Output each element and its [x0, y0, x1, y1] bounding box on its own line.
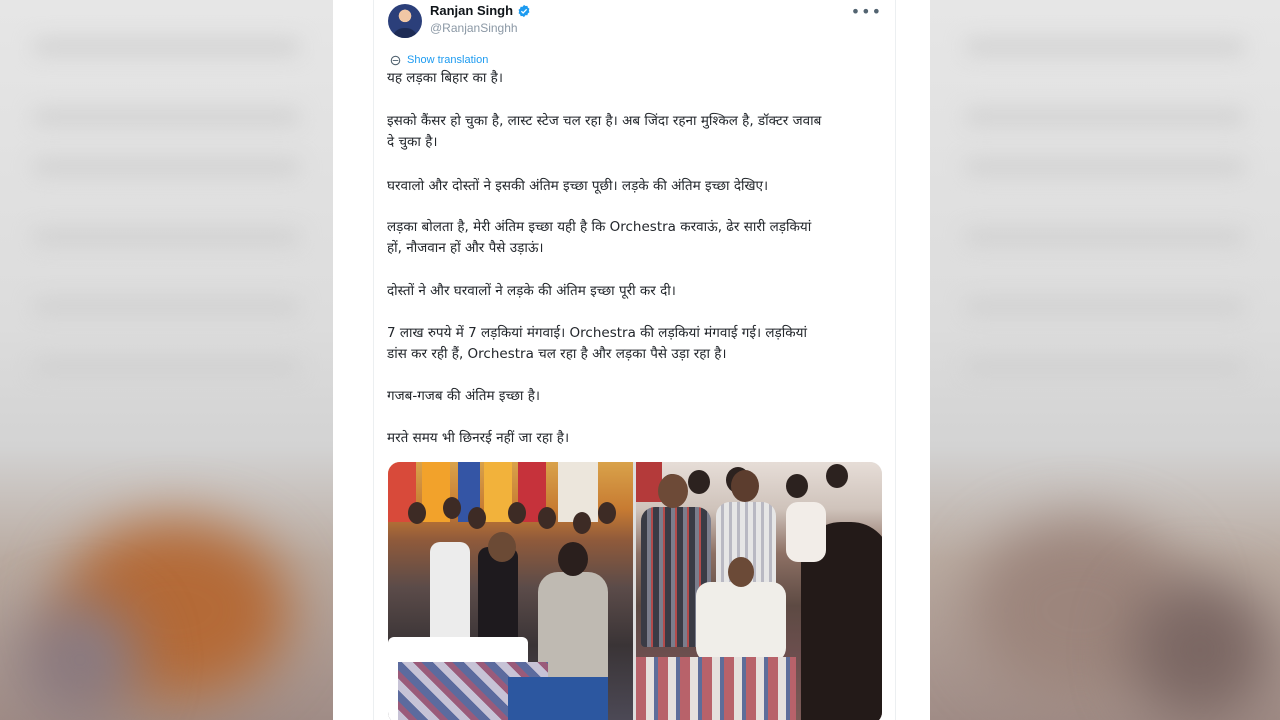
tweet-paragraph-3: घरवालो और दोस्तों ने इसकी अंतिम इच्छा पू… — [387, 178, 769, 194]
tweet-media[interactable] — [388, 462, 882, 720]
tweet-paragraph-1: यह लड़का बिहार का है। — [387, 70, 503, 86]
tweet-paragraph-6: 7 लाख रुपये में 7 लड़कियां मंगवाई। Orche… — [387, 325, 807, 362]
globe-icon — [390, 55, 401, 65]
author-name[interactable]: Ranjan Singh — [430, 3, 513, 18]
tweet-paragraph-5: दोस्तों ने और घरवालों ने लड़के की अंतिम … — [387, 283, 676, 299]
card-border-left — [373, 0, 374, 720]
tweet-paragraph-8: मरते समय भी छिनरई नहीं जा रहा है। — [387, 430, 570, 446]
author-handle[interactable]: @RanjanSinghh — [430, 21, 518, 35]
tweet-paragraph-4: लड़का बोलता है, मेरी अंतिम इच्छा यही है … — [387, 219, 812, 256]
tweet-paragraph-7: गजब-गजब की अंतिम इच्छा है। — [387, 388, 540, 404]
card-border-right — [895, 0, 896, 720]
blurred-background-right — [930, 0, 1280, 720]
tweet-photo-2[interactable] — [636, 462, 882, 720]
tweet-photo-1[interactable] — [388, 462, 633, 720]
show-translation-link[interactable]: Show translation — [390, 54, 488, 66]
tweet-paragraph-2: इसको कैंसर हो चुका है, लास्ट स्टेज चल रह… — [387, 113, 822, 150]
author-name-row[interactable]: Ranjan Singh — [430, 3, 531, 18]
blurred-background-left — [0, 0, 333, 720]
tweet-card: Ranjan Singh @RanjanSinghh ••• Show tran… — [333, 0, 930, 720]
avatar[interactable] — [388, 4, 422, 38]
show-translation-label[interactable]: Show translation — [407, 54, 488, 66]
verified-badge-icon — [518, 4, 530, 17]
more-options-icon[interactable]: ••• — [851, 2, 882, 21]
